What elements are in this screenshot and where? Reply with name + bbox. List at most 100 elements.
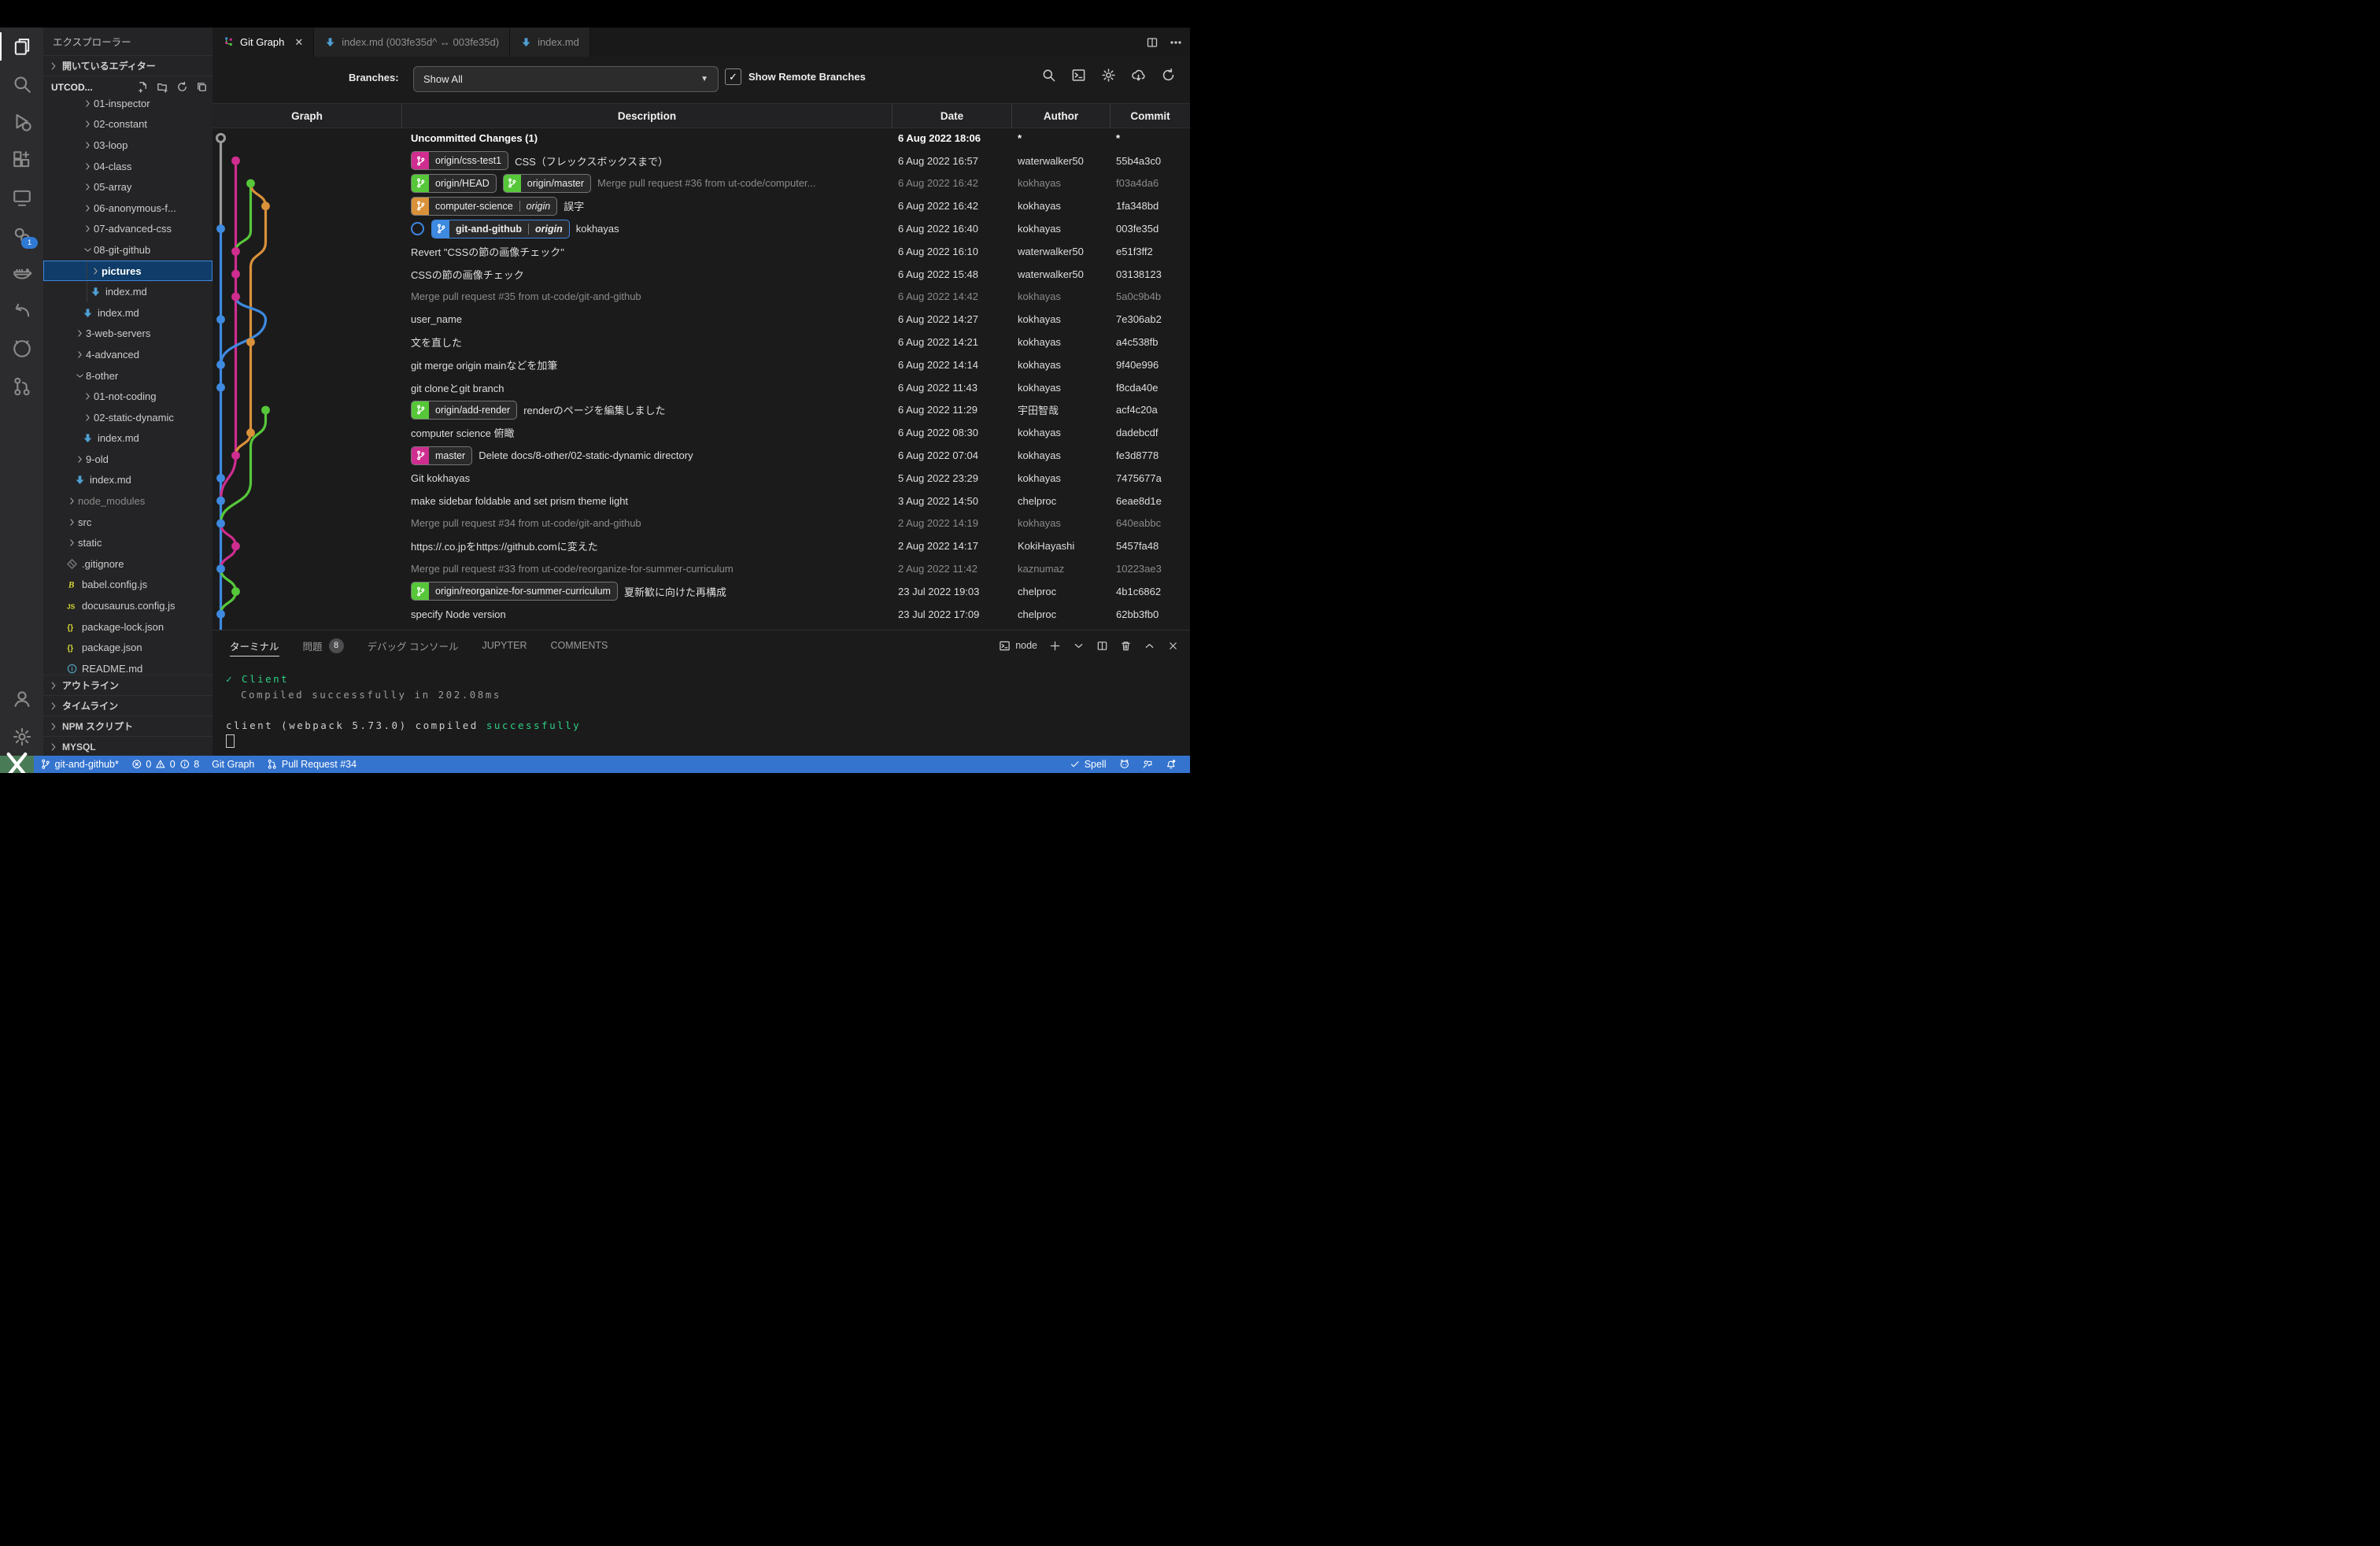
tree-item-02-static-dynamic[interactable]: 02-static-dynamic [43, 407, 213, 428]
tree-item-docusaurus.config.js[interactable]: JSdocusaurus.config.js [43, 595, 213, 616]
refresh-icon[interactable] [176, 81, 188, 93]
tree-item-4-advanced[interactable]: 4-advanced [43, 344, 213, 365]
tree-item-babel.config.js[interactable]: Bbabel.config.js [43, 575, 213, 596]
column-header-Commit[interactable]: Commit [1110, 104, 1190, 128]
terminal-tab-問題[interactable]: 問題8 [303, 631, 344, 660]
chevron-down-icon[interactable] [1073, 640, 1085, 652]
tree-item-README.md[interactable]: README.md [43, 658, 213, 679]
commit-row[interactable]: computer science 俯瞰6 Aug 2022 08:30kokha… [213, 421, 1190, 444]
commit-row[interactable]: origin/css-test1CSS（フレックスボックスまで）6 Aug 20… [213, 150, 1190, 172]
commit-row[interactable]: CSSの節の画像チェック6 Aug 2022 15:48waterwalker5… [213, 263, 1190, 286]
branch-label-origin/css-test1[interactable]: origin/css-test1 [411, 151, 508, 170]
commit-row[interactable]: user_name6 Aug 2022 14:27kokhayas7e306ab… [213, 308, 1190, 331]
commit-row[interactable]: specify Node version23 Jul 2022 17:09che… [213, 603, 1190, 626]
tab-Git Graph[interactable]: Git Graph✕ [213, 28, 314, 57]
status-bell-dot-icon[interactable] [1159, 759, 1183, 770]
terminal-tab-JUPYTER[interactable]: JUPYTER [482, 631, 527, 660]
commit-radio-icon[interactable] [411, 222, 424, 235]
activity-search-icon[interactable] [0, 65, 43, 103]
commit-row[interactable]: https://.co.jpをhttps://github.comに変えた2 A… [213, 534, 1190, 557]
commit-row[interactable]: Git kokhayas5 Aug 2022 23:29kokhayas7475… [213, 467, 1190, 490]
tree-item-06-anonymous-f...[interactable]: 06-anonymous-f... [43, 198, 213, 219]
status-problems[interactable]: 008 [125, 759, 205, 770]
tree-item-static[interactable]: static [43, 532, 213, 553]
status-Spell[interactable]: Spell [1063, 759, 1112, 770]
tree-item-src[interactable]: src [43, 512, 213, 533]
branch-label-computer-science[interactable]: computer-scienceorigin [411, 197, 557, 216]
status-octoface-icon[interactable] [1113, 759, 1136, 770]
tree-item-index.md[interactable]: index.md [43, 281, 213, 302]
ellipsis-icon[interactable] [1170, 36, 1182, 49]
commit-row[interactable]: git merge origin mainなどを加筆6 Aug 2022 14:… [213, 353, 1190, 376]
sidebar-section-MYSQL[interactable]: MYSQL [43, 736, 222, 756]
sidebar-section-NPM スクリプト[interactable]: NPM スクリプト [43, 716, 222, 736]
commit-row[interactable]: Uncommitted Changes (1)6 Aug 2022 18:06*… [213, 127, 1190, 150]
commit-row[interactable]: git cloneとgit branch6 Aug 2022 11:43kokh… [213, 376, 1190, 399]
commit-row[interactable]: Revert "CSSの節の画像チェック"6 Aug 2022 16:10wat… [213, 240, 1190, 263]
tree-item-08-git-github[interactable]: 08-git-github [43, 239, 213, 261]
commit-row[interactable]: origin/reorganize-for-summer-curriculum夏… [213, 580, 1190, 603]
tree-item-03-loop[interactable]: 03-loop [43, 135, 213, 156]
commit-row[interactable]: git-and-githuboriginkokhayas6 Aug 2022 1… [213, 217, 1190, 240]
activity-files-icon[interactable] [0, 28, 43, 65]
tree-item-02-constant[interactable]: 02-constant [43, 114, 213, 135]
close-icon[interactable] [1167, 640, 1179, 652]
commit-row[interactable]: Merge pull request #33 from ut-code/reor… [213, 557, 1190, 580]
tree-item-9-old[interactable]: 9-old [43, 449, 213, 470]
plus-icon[interactable] [1049, 640, 1061, 652]
commit-row[interactable]: origin/HEADorigin/masterMerge pull reque… [213, 172, 1190, 195]
refresh-icon[interactable] [1161, 68, 1176, 83]
branch-label-master[interactable]: master [411, 446, 472, 465]
activity-account-icon[interactable] [0, 680, 43, 718]
branch-label-origin/reorganize-for-summer-curriculum[interactable]: origin/reorganize-for-summer-curriculum [411, 582, 618, 601]
tree-item-04-class[interactable]: 04-class [43, 156, 213, 177]
tree-item-package.json[interactable]: {}package.json [43, 637, 213, 658]
branches-dropdown[interactable]: Show All ▼ [413, 66, 719, 92]
new-folder-icon[interactable] [157, 81, 168, 93]
commit-row[interactable]: Merge pull request #34 from ut-code/git-… [213, 512, 1190, 535]
tree-item-.gitignore[interactable]: .gitignore [43, 553, 213, 575]
tab-index.md[interactable]: index.md [510, 28, 590, 57]
column-header-Date[interactable]: Date [892, 104, 1011, 128]
workspace-section[interactable]: UTCOD... [43, 76, 213, 98]
shell-selector[interactable]: node [999, 640, 1037, 652]
tree-item-index.md[interactable]: index.md [43, 470, 213, 491]
branch-label-origin/HEAD[interactable]: origin/HEAD [411, 174, 497, 193]
column-header-Author[interactable]: Author [1011, 104, 1110, 128]
activity-docker-icon[interactable] [0, 254, 43, 292]
new-file-icon[interactable] [137, 81, 149, 93]
column-header-Graph[interactable]: Graph [213, 104, 401, 128]
activity-accounts-circles-icon[interactable]: 1 [0, 216, 43, 254]
tree-item-3-web-servers[interactable]: 3-web-servers [43, 324, 213, 345]
tree-item-index.md[interactable]: index.md [43, 302, 213, 324]
tree-item-8-other[interactable]: 8-other [43, 365, 213, 386]
find-icon[interactable] [1041, 68, 1056, 83]
gear-icon[interactable] [1101, 68, 1116, 83]
open-editors-section[interactable]: 開いているエディター [43, 55, 213, 76]
status-feedback-icon[interactable] [1136, 759, 1159, 770]
status-Pull Request #34[interactable]: Pull Request #34 [261, 759, 363, 770]
terminal-output[interactable]: ✓ ClientCompiled successfully in 202.08m… [226, 671, 581, 749]
tree-item-node_modules[interactable]: node_modules [43, 490, 213, 512]
terminal-tab-COMMENTS[interactable]: COMMENTS [550, 631, 608, 660]
terminal-box-icon[interactable] [1071, 68, 1086, 83]
tab-index.md (003fe35d^ ↔ 003fe35d)[interactable]: index.md (003fe35d^ ↔ 003fe35d) [314, 28, 510, 57]
tree-item-index.md[interactable]: index.md [43, 428, 213, 449]
tree-item-01-not-coding[interactable]: 01-not-coding [43, 386, 213, 407]
commit-row[interactable]: computer-scienceorigin誤字6 Aug 2022 16:42… [213, 194, 1190, 217]
activity-pull-request-icon[interactable] [0, 368, 43, 405]
tree-item-05-array[interactable]: 05-array [43, 176, 213, 198]
commit-row[interactable]: origin/add-renderrenderのページを編集しました6 Aug … [213, 399, 1190, 422]
activity-run-debug-icon[interactable] [0, 103, 43, 141]
tree-item-package-lock.json[interactable]: {}package-lock.json [43, 616, 213, 638]
collapse-all-icon[interactable] [196, 81, 208, 93]
activity-github-icon[interactable] [0, 330, 43, 368]
trash-icon[interactable] [1120, 640, 1132, 652]
column-header-Description[interactable]: Description [401, 104, 892, 128]
branch-label-git-and-github[interactable]: git-and-githuborigin [431, 220, 570, 239]
close-icon[interactable]: ✕ [294, 36, 303, 49]
cloud-download-icon[interactable] [1131, 68, 1146, 83]
show-remote-branches-checkbox[interactable]: ✓ Show Remote Branches [725, 68, 866, 85]
commit-row[interactable]: Merge pull request #35 from ut-code/git-… [213, 286, 1190, 309]
branch-label-origin/master[interactable]: origin/master [503, 174, 591, 193]
